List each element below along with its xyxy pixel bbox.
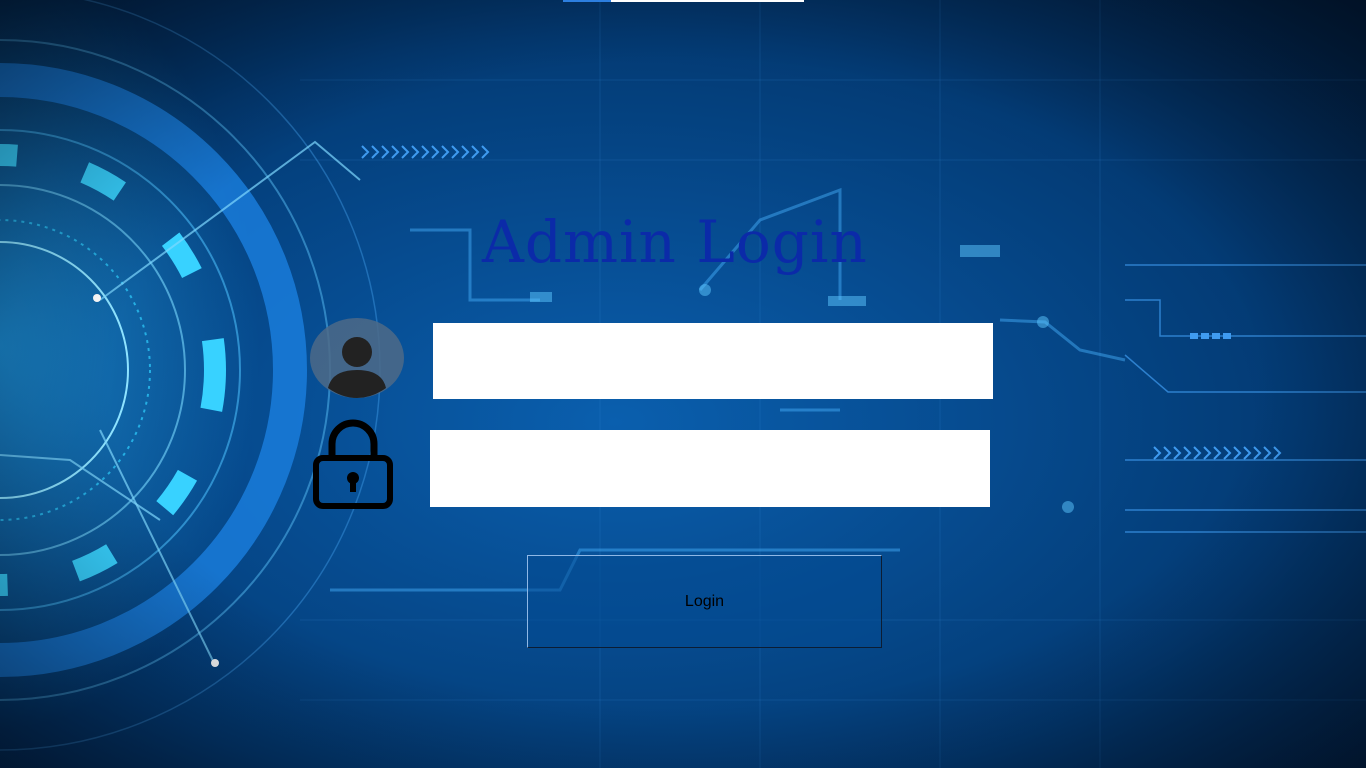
page-title: Admin Login: [482, 208, 868, 276]
user-avatar-icon: [310, 318, 404, 398]
padlock-icon: [312, 418, 394, 510]
login-button[interactable]: Login: [527, 555, 882, 648]
top-strip-decoration: [563, 0, 804, 2]
password-input[interactable]: [430, 430, 990, 507]
username-input[interactable]: [433, 323, 993, 399]
